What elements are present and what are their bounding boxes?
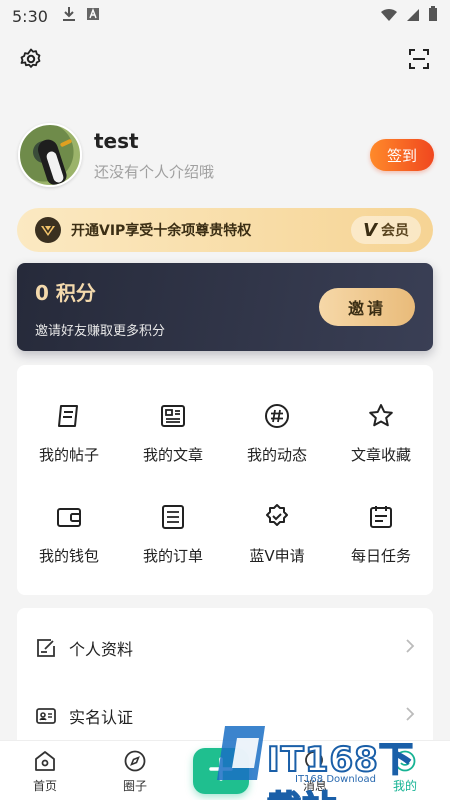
vip-banner[interactable]: 开通VIP享受十余项尊贵特权 V 会员 bbox=[17, 208, 433, 252]
grid-label: 我的文章 bbox=[142, 446, 203, 464]
username: test bbox=[94, 128, 139, 153]
vip-member-pill[interactable]: V 会员 bbox=[351, 216, 421, 244]
vip-v-mark: V bbox=[363, 219, 377, 241]
points-card: 0 积分 邀请好友赚取更多积分 邀请 bbox=[17, 263, 433, 351]
nav-label: 消息 bbox=[302, 779, 327, 793]
scan-button[interactable] bbox=[406, 48, 432, 74]
settings-button[interactable] bbox=[18, 48, 44, 74]
grid-item-favorites[interactable]: 文章收藏 bbox=[329, 383, 433, 484]
compass-icon bbox=[123, 749, 147, 773]
list-item-real-name-auth[interactable]: 实名认证 bbox=[17, 688, 433, 744]
nav-home[interactable]: 首页 bbox=[0, 749, 90, 794]
profile-info: test 还没有个人介绍哦 bbox=[94, 129, 214, 182]
grid-label: 每日任务 bbox=[350, 547, 411, 565]
star-icon bbox=[367, 402, 395, 430]
post-icon bbox=[55, 402, 83, 430]
grid-label: 我的帖子 bbox=[38, 446, 99, 464]
hashtag-icon bbox=[263, 402, 291, 430]
grid-item-blue-v[interactable]: 蓝V申请 bbox=[225, 484, 329, 585]
chevron-right-icon bbox=[405, 638, 415, 659]
grid-item-daily-tasks[interactable]: 每日任务 bbox=[329, 484, 433, 585]
grid-item-my-posts[interactable]: 我的帖子 bbox=[17, 383, 121, 484]
wifi-icon bbox=[380, 7, 398, 26]
grid-label: 蓝V申请 bbox=[249, 547, 305, 565]
checkin-button[interactable]: 签到 bbox=[370, 139, 434, 171]
status-time: 5:30 bbox=[12, 6, 48, 26]
grid-item-my-moments[interactable]: 我的动态 bbox=[225, 383, 329, 484]
home-icon bbox=[33, 749, 57, 773]
grid-item-orders[interactable]: 我的订单 bbox=[121, 484, 225, 585]
signal-icon bbox=[406, 7, 420, 26]
scan-icon bbox=[408, 48, 430, 74]
grid-item-my-articles[interactable]: 我的文章 bbox=[121, 383, 225, 484]
bio: 还没有个人介绍哦 bbox=[94, 162, 215, 181]
grid-label: 我的订单 bbox=[142, 547, 203, 565]
avatar[interactable] bbox=[18, 123, 82, 187]
calendar-icon bbox=[367, 503, 395, 531]
wallet-icon bbox=[55, 503, 83, 531]
profile-icon bbox=[393, 749, 417, 773]
app-notification-icon bbox=[86, 7, 100, 25]
gear-icon bbox=[19, 47, 43, 75]
battery-icon bbox=[428, 6, 438, 26]
grid-item-wallet[interactable]: 我的钱包 bbox=[17, 484, 121, 585]
publish-button[interactable] bbox=[193, 748, 249, 794]
nav-label: 我的 bbox=[392, 779, 417, 793]
nav-messages[interactable]: 消息 bbox=[270, 749, 360, 794]
id-card-icon bbox=[35, 705, 57, 727]
grid-label: 我的动态 bbox=[246, 446, 307, 464]
status-bar: 5:30 bbox=[0, 0, 450, 32]
grid-label: 文章收藏 bbox=[350, 446, 411, 464]
badge-icon bbox=[263, 503, 291, 531]
list-item-label: 个人资料 bbox=[69, 640, 134, 659]
nav-label: 首页 bbox=[32, 779, 57, 793]
invite-button[interactable]: 邀请 bbox=[319, 288, 415, 326]
grid-label: 我的钱包 bbox=[38, 547, 99, 565]
plus-icon bbox=[208, 756, 234, 786]
vip-text: 开通VIP享受十余项尊贵特权 bbox=[71, 223, 252, 239]
settings-list: 个人资料 实名认证 bbox=[17, 608, 433, 748]
list-item-label: 实名认证 bbox=[69, 708, 134, 727]
profile-header: test 还没有个人介绍哦 签到 bbox=[18, 122, 434, 188]
feature-grid: 我的帖子 我的文章 我的动态 文章收藏 我的钱包 我的订单 蓝V申请 每日任务 bbox=[17, 365, 433, 595]
nav-mine[interactable]: 我的 bbox=[360, 749, 450, 794]
message-icon bbox=[303, 749, 327, 773]
order-icon bbox=[159, 503, 187, 531]
nav-circle[interactable]: 圈子 bbox=[90, 749, 180, 794]
vip-pill-label: 会员 bbox=[381, 223, 409, 239]
chevron-right-icon bbox=[405, 706, 415, 727]
list-item-personal-info[interactable]: 个人资料 bbox=[17, 620, 433, 676]
top-bar bbox=[0, 44, 450, 78]
vip-crown-icon bbox=[35, 217, 61, 243]
download-icon bbox=[62, 6, 76, 26]
nav-label: 圈子 bbox=[122, 779, 147, 793]
edit-profile-icon bbox=[35, 637, 57, 659]
article-icon bbox=[159, 402, 187, 430]
